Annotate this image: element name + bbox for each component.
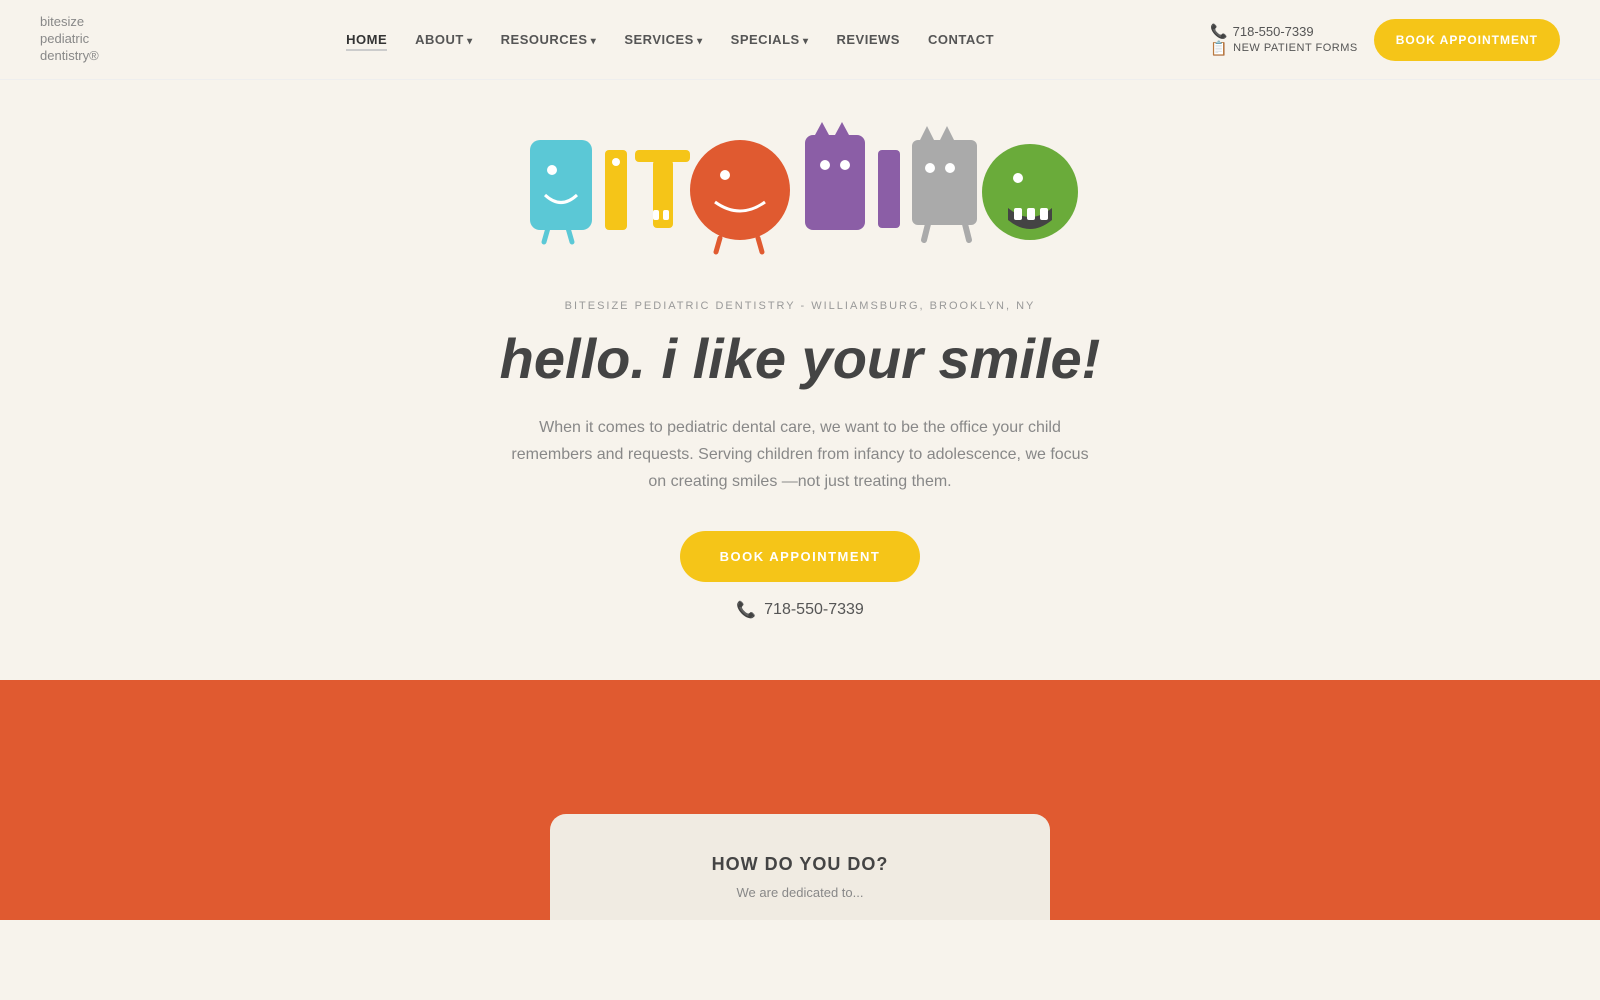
nav-item-resources[interactable]: RESOURCES (501, 31, 597, 49)
nav-link-contact[interactable]: CONTACT (928, 32, 994, 47)
how-card-text: We are dedicated to... (600, 885, 1000, 900)
nav-book-button[interactable]: BOOK APPOINTMENT (1374, 19, 1560, 61)
hero-title: hello. i like your smile! (500, 328, 1101, 390)
nav-item-services[interactable]: SERVICES (624, 31, 702, 49)
nav-links: HOME ABOUT RESOURCES SERVICES SPECIALS R… (346, 31, 994, 49)
hero-subtitle: BITESIZE PEDIATRIC DENTISTRY - WILLIAMSB… (565, 300, 1036, 312)
hero-phone-number: 718-550-7339 (764, 601, 864, 619)
nav-phone-container: 📞 718-550-7339 📋 NEW PATIENT FORMS (1210, 23, 1358, 57)
brand-logo[interactable]: bitesize pediatric dentistry® (40, 14, 130, 65)
nav-item-reviews[interactable]: REVIEWS (837, 31, 900, 49)
orange-section: HOW DO YOU DO? We are dedicated to... (0, 680, 1600, 920)
nav-phone[interactable]: 📞 718-550-7339 (1210, 23, 1358, 40)
hero-section: BITESIZE PEDIATRIC DENTISTRY - WILLIAMSB… (0, 80, 1600, 680)
nav-item-specials[interactable]: SPECIALS (731, 31, 809, 49)
phone-icon: 📞 (1210, 23, 1227, 40)
hero-book-button[interactable]: BOOK APPOINTMENT (680, 531, 921, 582)
nav-link-resources[interactable]: RESOURCES (501, 32, 597, 47)
hero-description: When it comes to pediatric dental care, … (510, 414, 1090, 496)
nav-item-contact[interactable]: CONTACT (928, 31, 994, 49)
forms-icon: 📋 (1210, 40, 1228, 57)
nav-link-services[interactable]: SERVICES (624, 32, 702, 47)
nav-item-about[interactable]: ABOUT (415, 31, 473, 49)
nav-link-home[interactable]: HOME (346, 32, 387, 51)
nav-right: 📞 718-550-7339 📋 NEW PATIENT FORMS BOOK … (1210, 19, 1560, 61)
bitesize-logo-art (520, 120, 1080, 260)
nav-link-specials[interactable]: SPECIALS (731, 32, 809, 47)
nav-phone-number: 718-550-7339 (1233, 24, 1314, 39)
nav-item-home[interactable]: HOME (346, 31, 387, 49)
hero-phone[interactable]: 📞 718-550-7339 (736, 600, 864, 620)
how-do-card: HOW DO YOU DO? We are dedicated to... (550, 814, 1050, 920)
nav-link-reviews[interactable]: REVIEWS (837, 32, 900, 47)
navbar: bitesize pediatric dentistry® HOME ABOUT… (0, 0, 1600, 80)
nav-forms-label: NEW PATIENT FORMS (1233, 42, 1358, 54)
nav-link-about[interactable]: ABOUT (415, 32, 473, 47)
how-card-title: HOW DO YOU DO? (600, 854, 1000, 875)
nav-forms[interactable]: 📋 NEW PATIENT FORMS (1210, 40, 1358, 57)
phone-icon-hero: 📞 (736, 600, 756, 620)
